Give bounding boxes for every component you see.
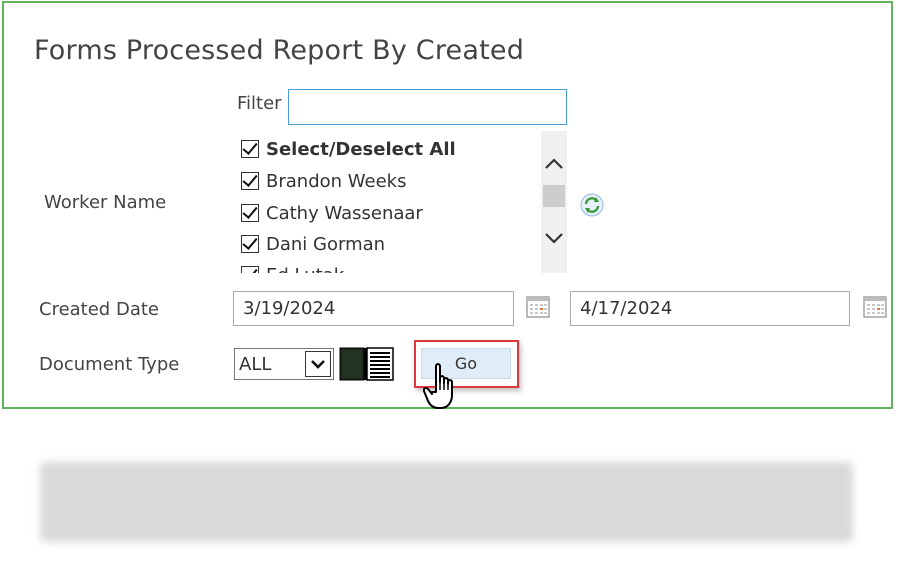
list-scrollbar[interactable] bbox=[541, 131, 567, 273]
calendar-icon[interactable] bbox=[863, 295, 887, 319]
start-date-input[interactable] bbox=[233, 291, 514, 326]
report-panel: Forms Processed Report By Created Filter… bbox=[2, 1, 893, 409]
checkbox[interactable] bbox=[241, 204, 259, 222]
book-icon[interactable] bbox=[339, 346, 395, 382]
checkbox[interactable] bbox=[241, 235, 259, 253]
worker-list-items: Select/Deselect All Brandon Weeks Cathy … bbox=[241, 131, 541, 273]
created-date-label: Created Date bbox=[39, 299, 159, 320]
chevron-down-icon bbox=[311, 360, 325, 369]
hand-pointer-icon bbox=[423, 363, 453, 409]
list-item-label: Brandon Weeks bbox=[266, 170, 407, 192]
list-item-label: Cathy Wassenaar bbox=[266, 202, 423, 224]
checkbox[interactable] bbox=[241, 266, 259, 273]
list-item-label: Dani Gorman bbox=[266, 233, 386, 255]
scroll-up-button[interactable] bbox=[541, 151, 567, 177]
chevron-up-icon bbox=[545, 158, 563, 169]
checkbox[interactable] bbox=[241, 172, 259, 190]
checkbox-select-all[interactable] bbox=[241, 140, 259, 158]
blurred-content bbox=[40, 462, 853, 542]
worker-list: Select/Deselect All Brandon Weeks Cathy … bbox=[241, 131, 567, 273]
scroll-thumb[interactable] bbox=[543, 185, 565, 207]
select-arrow[interactable] bbox=[305, 351, 331, 377]
select-value: ALL bbox=[239, 353, 272, 375]
refresh-icon[interactable] bbox=[579, 192, 605, 218]
filter-input[interactable] bbox=[288, 89, 567, 125]
page-title: Forms Processed Report By Created bbox=[34, 35, 525, 66]
list-item-label: Ed Lutak bbox=[266, 265, 344, 274]
list-item-select-all[interactable]: Select/Deselect All bbox=[241, 135, 456, 163]
document-type-label: Document Type bbox=[39, 354, 180, 375]
list-item[interactable]: Brandon Weeks bbox=[241, 167, 406, 195]
worker-name-label: Worker Name bbox=[44, 192, 167, 213]
document-type-select[interactable]: ALL bbox=[234, 348, 334, 380]
chevron-down-icon bbox=[545, 233, 563, 244]
list-item[interactable]: Cathy Wassenaar bbox=[241, 199, 423, 227]
list-item[interactable]: Ed Lutak bbox=[241, 261, 344, 273]
calendar-icon[interactable] bbox=[526, 295, 550, 319]
list-item[interactable]: Dani Gorman bbox=[241, 230, 385, 258]
filter-label: Filter bbox=[237, 93, 282, 114]
scroll-down-button[interactable] bbox=[541, 225, 567, 251]
list-item-label: Select/Deselect All bbox=[266, 138, 456, 160]
end-date-input[interactable] bbox=[570, 291, 850, 326]
